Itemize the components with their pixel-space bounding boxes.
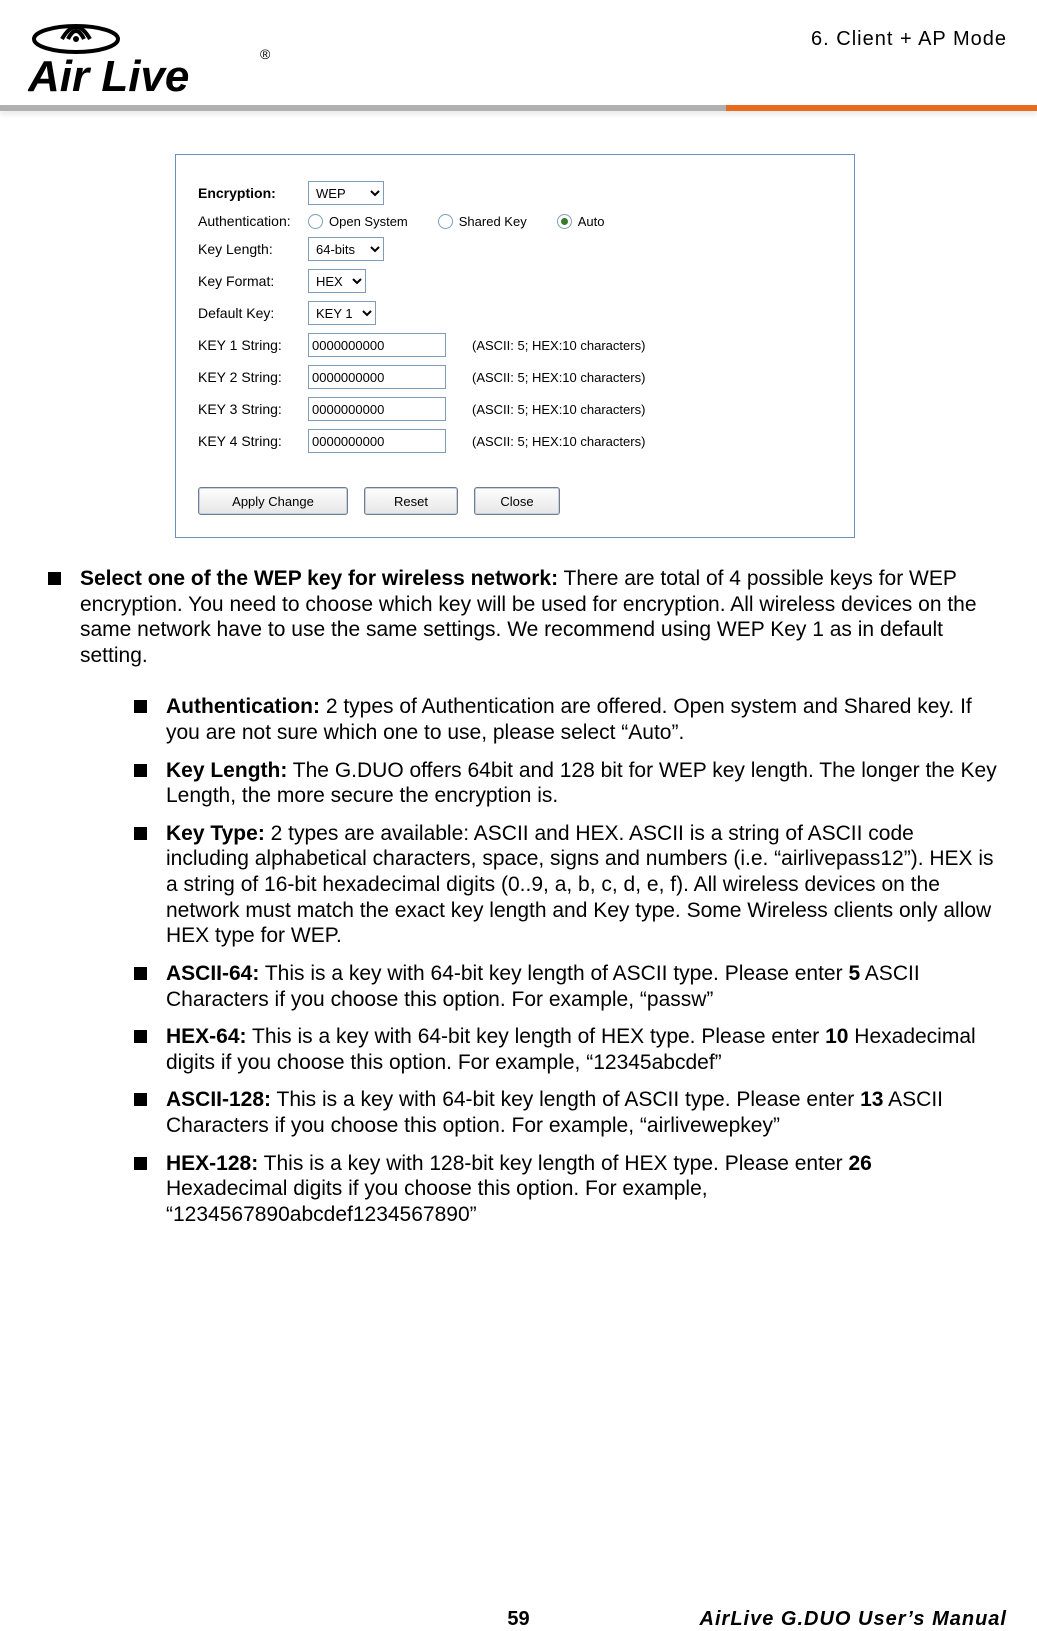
key2-input[interactable]: [308, 365, 446, 389]
bullet-title: Authentication:: [166, 695, 320, 718]
close-button[interactable]: Close: [474, 487, 560, 515]
row-key-length: Key Length: 64-bits: [198, 237, 832, 261]
key1-label: KEY 1 String:: [198, 337, 308, 353]
list-item: ASCII-64: This is a key with 64-bit key …: [124, 961, 997, 1012]
bullet-text-pre: This is a key with 64-bit key length of …: [247, 1025, 826, 1048]
page-number: 59: [507, 1608, 529, 1631]
list-item: Select one of the WEP key for wireless n…: [40, 566, 997, 1227]
list-item: Key Type: 2 types are available: ASCII a…: [124, 821, 997, 949]
key-length-label: Key Length:: [198, 241, 308, 257]
key4-label: KEY 4 String:: [198, 433, 308, 449]
content-body: Select one of the WEP key for wireless n…: [40, 566, 997, 1227]
list-item: HEX-64: This is a key with 64-bit key le…: [124, 1024, 997, 1075]
row-key-format: Key Format: HEX: [198, 269, 832, 293]
radio-icon: [308, 214, 323, 229]
svg-text:Air Live: Air Live: [28, 52, 189, 101]
authentication-radio-group: Open System Shared Key Auto: [308, 214, 604, 229]
bullet-number: 5: [848, 962, 860, 985]
page: Air Live ® 6. Client + AP Mode Encryptio…: [0, 0, 1037, 1618]
bullet-title: Select one of the WEP key for wireless n…: [80, 567, 558, 590]
row-authentication: Authentication: Open System Shared Key A…: [198, 213, 832, 229]
radio-label: Shared Key: [459, 214, 527, 229]
list-item: Authentication: 2 types of Authenticatio…: [124, 694, 997, 745]
row-key3: KEY 3 String: (ASCII: 5; HEX:10 characte…: [198, 397, 832, 421]
row-key1: KEY 1 String: (ASCII: 5; HEX:10 characte…: [198, 333, 832, 357]
bullet-number: 26: [848, 1152, 871, 1175]
default-key-select[interactable]: KEY 1: [308, 301, 376, 325]
bullet-text-pre: This is a key with 64-bit key length of …: [271, 1088, 860, 1111]
list-item: HEX-128: This is a key with 128-bit key …: [124, 1151, 997, 1228]
svg-text:®: ®: [260, 46, 271, 62]
bullet-title: HEX-128:: [166, 1152, 258, 1175]
radio-open-system[interactable]: Open System: [308, 214, 408, 229]
encryption-label: Encryption:: [198, 185, 308, 201]
list-item: ASCII-128: This is a key with 64-bit key…: [124, 1087, 997, 1138]
key-length-select[interactable]: 64-bits: [308, 237, 384, 261]
encryption-select[interactable]: WEP: [308, 181, 384, 205]
key3-input[interactable]: [308, 397, 446, 421]
reset-button[interactable]: Reset: [364, 487, 458, 515]
row-default-key: Default Key: KEY 1: [198, 301, 832, 325]
bullet-text: 2 types are available: ASCII and HEX. AS…: [166, 822, 994, 947]
bullet-text-pre: This is a key with 128-bit key length of…: [258, 1152, 848, 1175]
radio-icon: [438, 214, 453, 229]
radio-label: Auto: [578, 214, 605, 229]
page-header: Air Live ® 6. Client + AP Mode: [0, 0, 1037, 124]
manual-title: AirLive G.DUO User’s Manual: [700, 1608, 1007, 1631]
airlive-logo: Air Live ®: [28, 15, 288, 101]
row-key2: KEY 2 String: (ASCII: 5; HEX:10 characte…: [198, 365, 832, 389]
bullet-number: 10: [825, 1025, 848, 1048]
header-divider: [0, 105, 1037, 111]
bullet-title: Key Type:: [166, 822, 265, 845]
key-format-label: Key Format:: [198, 273, 308, 289]
chapter-label: 6. Client + AP Mode: [811, 28, 1007, 51]
key3-label: KEY 3 String:: [198, 401, 308, 417]
key4-hint: (ASCII: 5; HEX:10 characters): [472, 434, 645, 449]
key2-label: KEY 2 String:: [198, 369, 308, 385]
bullet-text: The G.DUO offers 64bit and 128 bit for W…: [166, 759, 997, 808]
radio-auto[interactable]: Auto: [557, 214, 605, 229]
row-key4: KEY 4 String: (ASCII: 5; HEX:10 characte…: [198, 429, 832, 453]
bullet-number: 13: [860, 1088, 883, 1111]
bullet-title: Key Length:: [166, 759, 287, 782]
bullet-text-pre: This is a key with 64-bit key length of …: [259, 962, 848, 985]
key1-hint: (ASCII: 5; HEX:10 characters): [472, 338, 645, 353]
authentication-label: Authentication:: [198, 213, 308, 229]
radio-shared-key[interactable]: Shared Key: [438, 214, 527, 229]
key-format-select[interactable]: HEX: [308, 269, 366, 293]
bullet-title: ASCII-128:: [166, 1088, 271, 1111]
button-row: Apply Change Reset Close: [198, 487, 832, 515]
radio-label: Open System: [329, 214, 408, 229]
bullet-title: ASCII-64:: [166, 962, 259, 985]
key2-hint: (ASCII: 5; HEX:10 characters): [472, 370, 645, 385]
key1-input[interactable]: [308, 333, 446, 357]
key3-hint: (ASCII: 5; HEX:10 characters): [472, 402, 645, 417]
default-key-label: Default Key:: [198, 305, 308, 321]
wep-settings-panel: Encryption: WEP Authentication: Open Sys…: [175, 154, 855, 538]
radio-icon: [557, 214, 572, 229]
inner-list: Authentication: 2 types of Authenticatio…: [124, 694, 997, 1227]
bullet-text-post: Hexadecimal digits if you choose this op…: [166, 1177, 708, 1226]
outer-list: Select one of the WEP key for wireless n…: [40, 566, 997, 1227]
row-encryption: Encryption: WEP: [198, 181, 832, 205]
list-item: Key Length: The G.DUO offers 64bit and 1…: [124, 758, 997, 809]
key4-input[interactable]: [308, 429, 446, 453]
bullet-title: HEX-64:: [166, 1025, 247, 1048]
apply-button[interactable]: Apply Change: [198, 487, 348, 515]
